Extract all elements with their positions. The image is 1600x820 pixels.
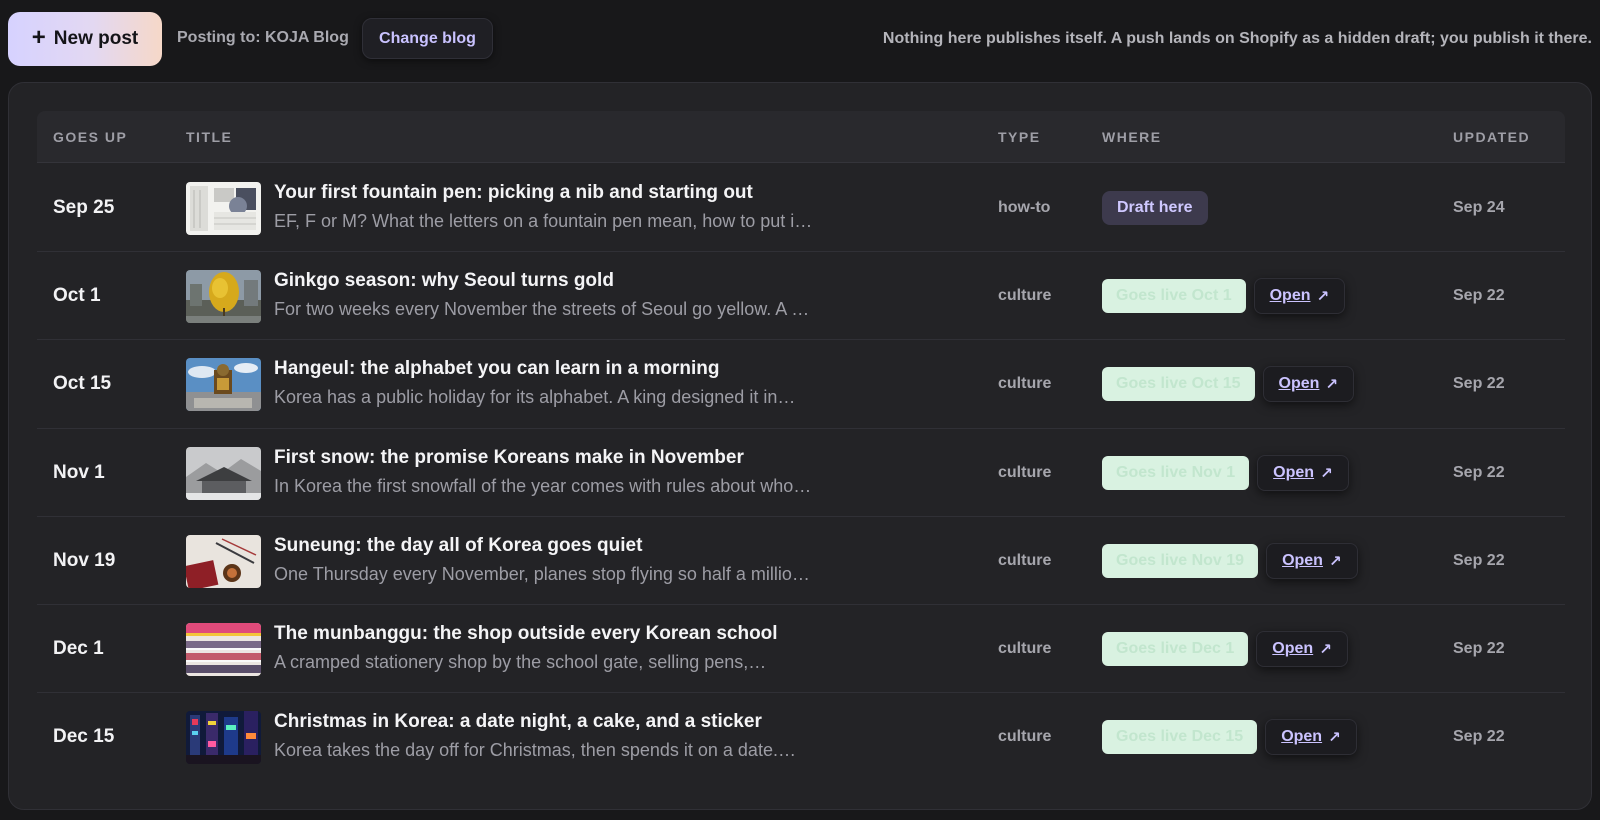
post-type: how-to [998, 199, 1051, 216]
post-excerpt: One Thursday every November, planes stop… [274, 563, 810, 584]
open-button[interactable]: Open ↗ [1253, 278, 1346, 315]
where-cell: Goes live Dec 15 Open ↗ [1102, 719, 1357, 756]
open-button[interactable]: Open ↗ [1262, 366, 1354, 403]
goes-up-date: Nov 19 [53, 549, 116, 571]
post-excerpt: A cramped stationery shop by the school … [274, 651, 767, 672]
open-label: Open [1281, 728, 1323, 746]
status-badge: Goes live Nov 19 [1102, 543, 1259, 578]
open-label: Open [1272, 639, 1314, 657]
post-thumbnail [186, 270, 261, 324]
posts-table-body: Sep 25 Your first fountain pen: picking … [37, 164, 1565, 781]
open-label: Open [1278, 375, 1320, 393]
table-row[interactable]: Nov 1 First snow: the promise Koreans ma… [37, 429, 1565, 517]
new-post-label: New post [53, 28, 139, 49]
updated-date: Sep 22 [1453, 728, 1505, 746]
status-badge: Goes live Oct 1 [1102, 279, 1246, 314]
column-header-type: TYPE [998, 129, 1041, 145]
post-title[interactable]: The munbanggu: the shop outside every Ko… [274, 623, 964, 645]
open-button[interactable]: Open ↗ [1256, 630, 1348, 667]
goes-up-date: Dec 1 [53, 637, 104, 659]
external-link-icon: ↗ [1325, 376, 1338, 394]
post-excerpt: EF, F or M? What the letters on a founta… [274, 211, 813, 231]
top-toolbar: + New post Posting to: KOJA Blog Change … [0, 0, 1600, 80]
updated-date: Sep 22 [1453, 463, 1505, 481]
open-button[interactable]: Open ↗ [1257, 454, 1349, 491]
column-header-goes-up: GOES UP [53, 129, 128, 145]
table-row[interactable]: Dec 15 Christmas in Korea: a date night,… [37, 693, 1565, 781]
status-badge: Goes live Nov 1 [1102, 455, 1250, 490]
updated-date: Sep 22 [1453, 551, 1505, 569]
where-cell: Goes live Oct 15 Open ↗ [1102, 366, 1354, 403]
table-row[interactable]: Sep 25 Your first fountain pen: picking … [37, 164, 1565, 253]
post-title[interactable]: First snow: the promise Koreans make in … [274, 447, 964, 469]
status-badge: Goes live Dec 1 [1102, 631, 1249, 666]
post-thumbnail [186, 446, 261, 500]
post-type: culture [998, 728, 1052, 746]
where-cell: Goes live Oct 1 Open ↗ [1102, 278, 1346, 315]
post-thumbnail [186, 358, 261, 412]
post-excerpt: In Korea the first snowfall of the year … [274, 475, 812, 496]
where-cell: Goes live Nov 1 Open ↗ [1102, 454, 1349, 491]
external-link-icon: ↗ [1320, 464, 1333, 482]
goes-up-date: Oct 1 [53, 285, 101, 307]
publish-notice: Nothing here publishes itself. A push la… [882, 30, 1592, 47]
open-button[interactable]: Open ↗ [1265, 719, 1357, 756]
change-blog-button[interactable]: Change blog [362, 18, 493, 59]
post-thumbnail [186, 622, 261, 676]
post-excerpt: For two weeks every November the streets… [274, 299, 810, 320]
goes-up-date: Sep 25 [53, 197, 115, 218]
post-type: culture [998, 551, 1052, 569]
goes-up-date: Oct 15 [53, 373, 112, 395]
open-label: Open [1282, 551, 1323, 569]
external-link-icon: ↗ [1319, 640, 1332, 658]
post-title[interactable]: Your first fountain pen: picking a nib a… [274, 182, 964, 204]
status-badge: Goes live Dec 15 [1102, 720, 1258, 755]
updated-date: Sep 22 [1453, 639, 1505, 657]
post-excerpt: Korea has a public holiday for its alpha… [274, 387, 796, 408]
table-row[interactable]: Nov 19 Suneung: the day all of Korea goe… [37, 517, 1565, 605]
table-header: GOES UP TITLE TYPE WHERE UPDATED [37, 111, 1565, 163]
status-badge: Draft here [1102, 191, 1208, 225]
post-thumbnail [186, 182, 261, 235]
updated-date: Sep 22 [1453, 287, 1505, 305]
status-badge: Goes live Oct 15 [1102, 367, 1255, 402]
open-label: Open [1269, 287, 1311, 305]
post-type: culture [998, 463, 1052, 481]
where-cell: Draft here [1102, 190, 1208, 226]
updated-date: Sep 22 [1453, 375, 1505, 393]
where-cell: Goes live Nov 19 Open ↗ [1102, 542, 1358, 579]
table-row[interactable]: Dec 1 The munbanggu: the shop outside ev… [37, 605, 1565, 694]
post-title[interactable]: Christmas in Korea: a date night, a cake… [274, 711, 964, 733]
table-row[interactable]: Oct 1 Ginkgo season: why Seoul turns gol… [37, 252, 1565, 341]
post-type: culture [998, 287, 1052, 305]
open-label: Open [1273, 463, 1315, 481]
post-title[interactable]: Ginkgo season: why Seoul turns gold [274, 270, 964, 292]
external-link-icon: ↗ [1328, 552, 1342, 570]
post-title[interactable]: Suneung: the day all of Korea goes quiet [274, 535, 964, 557]
column-header-title: TITLE [186, 129, 233, 145]
column-header-updated: UPDATED [1453, 129, 1531, 145]
post-type: culture [998, 375, 1052, 393]
goes-up-date: Dec 15 [53, 726, 115, 748]
column-header-where: WHERE [1102, 129, 1162, 145]
table-row[interactable]: Oct 15 Hangeul: the alphabet you can lea… [37, 340, 1565, 429]
new-post-button[interactable]: + New post [8, 12, 162, 66]
post-thumbnail [186, 711, 261, 765]
external-link-icon: ↗ [1328, 729, 1341, 747]
open-button[interactable]: Open ↗ [1266, 542, 1358, 579]
where-cell: Goes live Dec 1 Open ↗ [1102, 630, 1348, 667]
post-type: culture [998, 639, 1052, 657]
post-thumbnail [186, 534, 261, 588]
post-title[interactable]: Hangeul: the alphabet you can learn in a… [274, 358, 964, 380]
posts-panel: GOES UP TITLE TYPE WHERE UPDATED Sep 25 … [8, 82, 1592, 810]
post-excerpt: Korea takes the day off for Christmas, t… [274, 740, 796, 761]
external-link-icon: ↗ [1316, 288, 1330, 306]
plus-icon: + [31, 24, 46, 51]
goes-up-date: Nov 1 [53, 461, 105, 483]
posting-to-label: Posting to: KOJA Blog [177, 29, 349, 46]
updated-date: Sep 24 [1453, 199, 1505, 216]
